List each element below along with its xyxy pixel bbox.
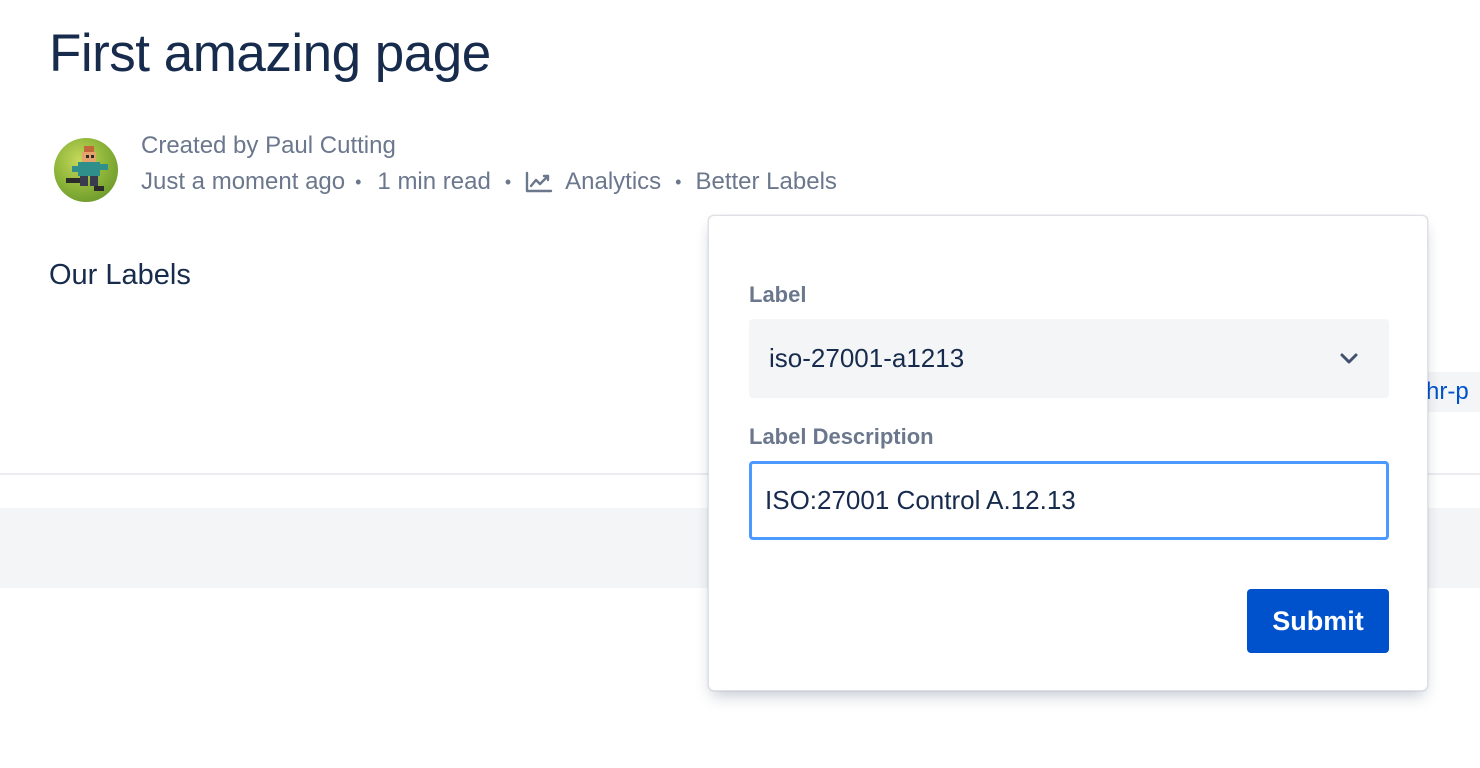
label-select-value: iso-27001-a1213 [769, 343, 965, 373]
meta-separator: • [504, 172, 512, 192]
last-updated: Just a moment ago [141, 168, 346, 195]
better-labels-link[interactable]: Better Labels [695, 168, 836, 196]
label-field-label: Label [749, 282, 807, 307]
avatar-image [66, 146, 108, 191]
line-chart-icon [525, 171, 553, 193]
analytics-link[interactable]: Analytics [525, 168, 661, 196]
label-select[interactable]: iso-27001-a1213 [749, 319, 1389, 398]
analytics-label: Analytics [565, 168, 662, 195]
label-description-input[interactable] [749, 461, 1389, 540]
submit-button[interactable]: Submit [1247, 589, 1389, 653]
label-popup: Label iso-27001-a1213 Label Description … [708, 215, 1428, 691]
avatar[interactable] [54, 138, 118, 202]
meta-separator: • [355, 172, 362, 192]
page-meta: Just a moment ago • 1 min read • Analyti… [141, 168, 837, 196]
read-time: 1 min read [377, 168, 491, 195]
description-field-label: Label Description [749, 424, 934, 449]
section-heading: Our Labels [49, 259, 191, 291]
chevron-down-icon [1340, 353, 1358, 363]
created-by: Created by Paul Cutting [141, 132, 396, 159]
page-title: First amazing page [49, 24, 491, 83]
meta-separator: • [675, 172, 682, 192]
